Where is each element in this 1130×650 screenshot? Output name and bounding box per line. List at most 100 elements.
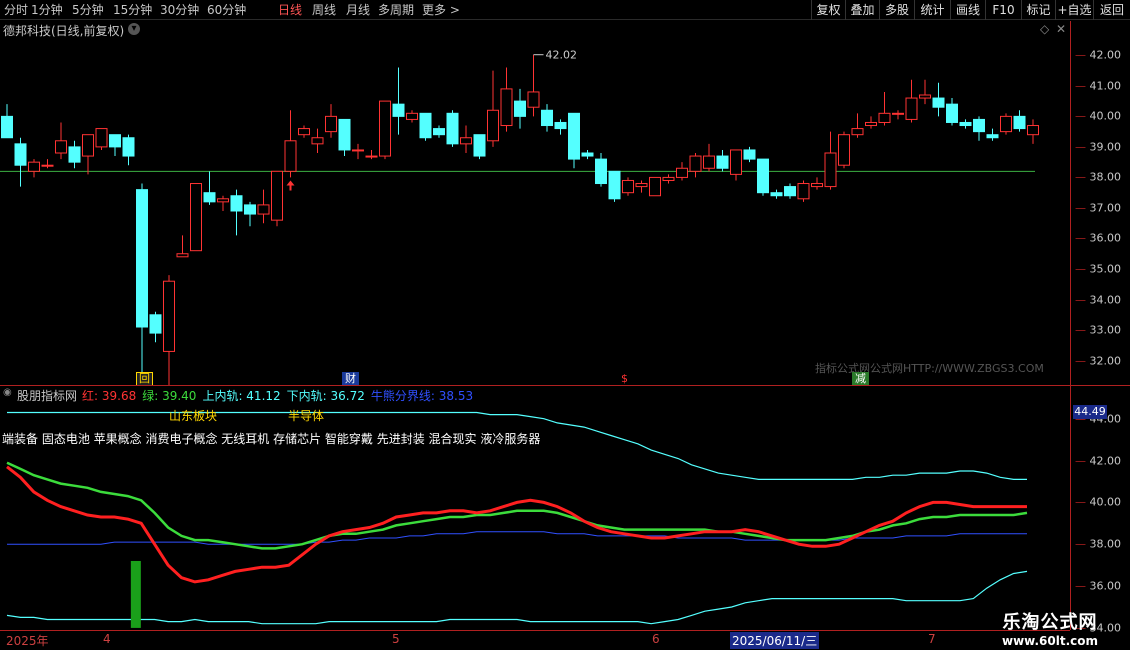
period-tab-0[interactable]: 分时: [4, 2, 28, 18]
candle-body-29: [392, 103, 405, 117]
toolbar-button-5[interactable]: F10: [985, 0, 1021, 20]
candle-9: [122, 134, 135, 166]
candle-51: [689, 153, 702, 178]
candle-body-44: [595, 158, 607, 185]
x-label-apr: 4: [103, 632, 111, 646]
candle-body-27: [365, 155, 378, 158]
candle-body-12: [163, 280, 175, 352]
candle-body-23: [311, 137, 324, 145]
candle-body-56: [757, 158, 769, 194]
candle-36: [487, 70, 499, 147]
candle-body-40: [541, 109, 553, 127]
candle-7: [95, 128, 108, 150]
period-tab-3[interactable]: 15分钟: [113, 2, 152, 18]
period-tab-8[interactable]: 月线: [346, 2, 370, 18]
period-tab-1[interactable]: 1分钟: [31, 2, 63, 18]
candle-70: [946, 98, 958, 126]
toolbar-button-7[interactable]: +自选: [1055, 0, 1093, 20]
toolbar-button-4[interactable]: 画线: [950, 0, 985, 20]
candle-body-53: [716, 155, 729, 169]
candle-body-46: [622, 179, 634, 194]
period-tab-4[interactable]: 30分钟: [160, 2, 199, 18]
candle-body-8: [109, 134, 121, 148]
candle-body-49: [662, 176, 675, 181]
candle-46: [622, 177, 634, 196]
period-tab-5[interactable]: 60分钟: [207, 2, 246, 18]
candlestick-chart[interactable]: 42.0230.99: [0, 37, 1070, 385]
indicator-value-1: 绿: 39.40: [142, 389, 197, 403]
period-tab-6[interactable]: 日线: [278, 2, 302, 18]
candle-body-20: [271, 170, 283, 221]
marker-reduce[interactable]: 减: [852, 372, 869, 386]
lower-band-line: [6, 570, 1028, 625]
candle-20: [271, 170, 283, 227]
green-signal-bar: [130, 560, 141, 628]
candle-body-47: [635, 183, 648, 188]
toolbar-button-2[interactable]: 多股: [879, 0, 914, 20]
marker-finance[interactable]: 财: [342, 372, 359, 386]
candle-body-72: [973, 118, 985, 133]
toolbar-button-3[interactable]: 统计: [914, 0, 950, 20]
candle-24: [325, 104, 337, 138]
candle-68: [919, 79, 931, 105]
toolbar-button-1[interactable]: 叠加: [845, 0, 879, 20]
marker-review[interactable]: 回: [136, 372, 153, 386]
period-tab-9[interactable]: 多周期: [378, 2, 414, 18]
candle-body-63: [851, 128, 864, 136]
period-tab-2[interactable]: 5分钟: [72, 2, 104, 18]
indicator-tick-3: — 38.00: [1075, 537, 1121, 551]
candle-body-17: [230, 195, 243, 212]
candle-body-34: [460, 137, 472, 145]
main-chart-header: 德邦科技(日线,前复权) ▾ ◇ ✕: [0, 21, 1070, 38]
candle-body-36: [487, 109, 499, 142]
candle-body-26: [352, 149, 364, 152]
candle-body-76: [1027, 125, 1039, 136]
toolbar-button-0[interactable]: 复权: [811, 0, 845, 20]
candle-body-42: [568, 112, 580, 160]
indicator-value-4: 牛熊分界线: 38.53: [370, 389, 474, 403]
candle-26: [352, 143, 364, 160]
candle-body-35: [473, 134, 486, 157]
candle-39: [527, 54, 540, 117]
candle-body-4: [55, 140, 67, 154]
candle-body-62: [838, 134, 850, 166]
period-tab-7[interactable]: 周线: [312, 2, 336, 18]
candle-body-16: [217, 198, 229, 203]
candle-body-33: [446, 112, 459, 145]
watermark-text: 指标公式网公式网HTTP://WWW.ZBGS3.COM: [815, 362, 1044, 375]
toolbar-button-6[interactable]: 标记: [1021, 0, 1055, 20]
brand-url: www.60lt.com: [1001, 634, 1099, 648]
candle-54: [730, 149, 742, 181]
indicator-value-3: 下内轨: 36.72: [286, 389, 365, 403]
candle-body-1: [14, 143, 27, 166]
candle-body-37: [500, 88, 513, 127]
candle-body-39: [527, 91, 540, 108]
price-tick-6: — 36.00: [1075, 231, 1121, 245]
close-icon[interactable]: ✕: [1056, 22, 1066, 36]
settings-icon[interactable]: ◉: [3, 387, 12, 398]
candle-63: [851, 113, 864, 138]
x-label-year: 2025年: [6, 634, 49, 648]
marker-dollar[interactable]: $: [618, 372, 631, 386]
candle-body-60: [811, 183, 823, 188]
candle-body-65: [878, 112, 891, 123]
diamond-icon[interactable]: ◇: [1040, 22, 1049, 36]
candle-18: [244, 201, 256, 227]
candle-53: [716, 149, 729, 172]
candle-11: [149, 311, 162, 343]
x-label-cursor-date: 2025/06/11/三: [730, 632, 820, 649]
candle-body-69: [932, 97, 945, 108]
indicator-value-0: 红: 39.68: [82, 389, 137, 403]
candle-25: [338, 118, 351, 157]
candle-74: [1000, 113, 1012, 135]
x-label-jun: 6: [652, 632, 660, 646]
chevron-down-icon[interactable]: ▾: [128, 23, 140, 35]
period-tab-10[interactable]: 更多 >: [422, 2, 460, 18]
candle-64: [865, 116, 877, 129]
candle-28: [379, 100, 391, 160]
indicator-tick-1: — 42.00: [1075, 454, 1121, 468]
toolbar-button-8[interactable]: 返回: [1093, 0, 1130, 20]
candle-71: [959, 119, 972, 129]
candle-body-15: [203, 192, 216, 203]
price-tick-7: — 35.00: [1075, 262, 1121, 276]
